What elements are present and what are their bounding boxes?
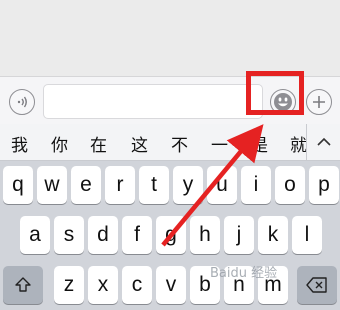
annotation-arrow (161, 124, 264, 247)
